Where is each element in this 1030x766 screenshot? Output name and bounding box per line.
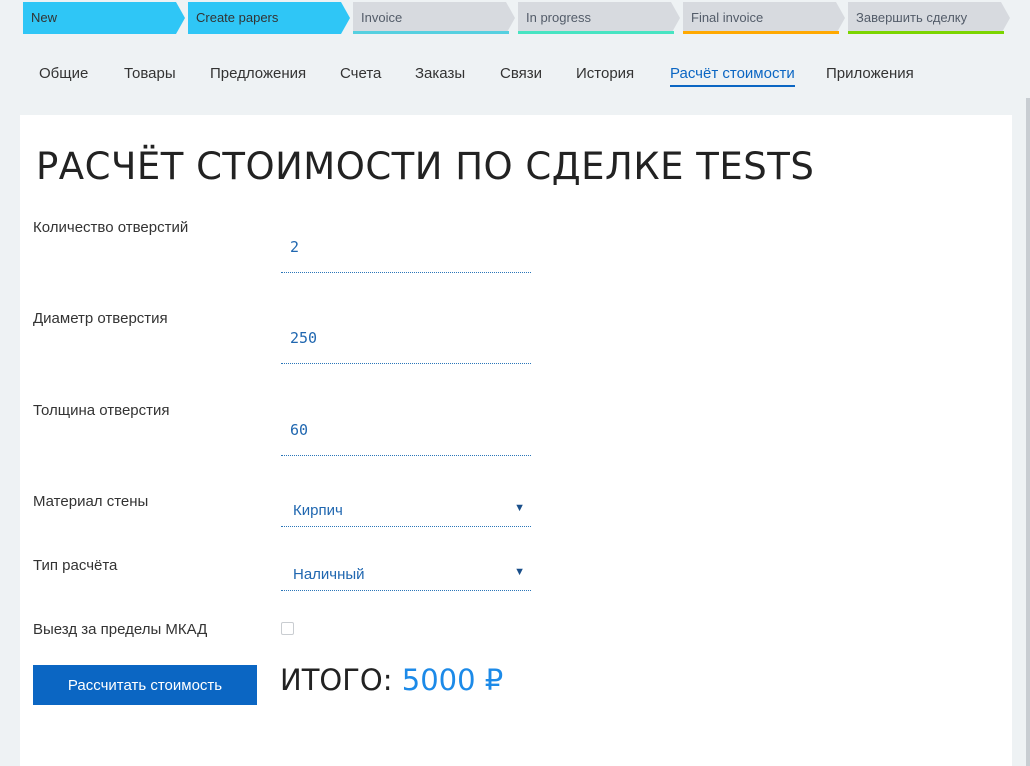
tab-links[interactable]: Связи <box>500 58 542 90</box>
wall-material-select[interactable]: Кирпич ▼ <box>281 496 531 527</box>
wall-material-value: Кирпич <box>293 502 343 519</box>
hole-thickness-input[interactable] <box>290 421 520 439</box>
outside-mkad-label: Выезд за пределы МКАД <box>33 621 208 638</box>
payment-type-value: Наличный <box>293 566 365 583</box>
total-label: ИТОГО: <box>280 663 393 697</box>
tab-orders[interactable]: Заказы <box>415 58 465 90</box>
tab-products[interactable]: Товары <box>124 58 176 90</box>
page-scrollbar[interactable] <box>1026 98 1030 766</box>
hole-thickness-field[interactable] <box>281 411 531 456</box>
stage-label: In progress <box>526 10 592 25</box>
stage-final-invoice[interactable]: Final invoice <box>683 2 845 34</box>
payment-type-select[interactable]: Наличный ▼ <box>281 560 531 591</box>
tab-offers[interactable]: Предложения <box>210 58 306 90</box>
payment-type-label: Тип расчёта <box>33 557 118 574</box>
hole-diameter-input[interactable] <box>290 329 520 347</box>
tab-history[interactable]: История <box>576 58 634 90</box>
stage-create-papers[interactable]: Create papers <box>188 2 350 34</box>
cost-calculation-panel: РАСЧЁТ СТОИМОСТИ ПО СДЕЛКЕ TESTS Количес… <box>20 115 1012 766</box>
hole-diameter-label: Диаметр отверстия <box>33 310 168 327</box>
tab-cost-calculation[interactable]: Расчёт стоимости <box>670 58 795 90</box>
holes-count-label: Количество отверстий <box>33 219 189 236</box>
holes-count-field[interactable] <box>281 228 531 273</box>
total-amount: 5000 ₽ <box>401 663 504 697</box>
calculate-cost-button[interactable]: Рассчитать стоимость <box>33 665 257 705</box>
hole-diameter-field[interactable] <box>281 319 531 364</box>
stage-in-progress[interactable]: In progress <box>518 2 680 34</box>
stage-close-deal[interactable]: Завершить сделку <box>848 2 1010 34</box>
wall-material-label: Материал стены <box>33 493 149 510</box>
stage-label: Завершить сделку <box>856 10 968 25</box>
stage-new[interactable]: New <box>23 2 185 34</box>
stage-label: Invoice <box>361 10 403 25</box>
tab-general[interactable]: Общие <box>39 58 88 90</box>
outside-mkad-checkbox[interactable] <box>281 622 294 635</box>
stage-invoice[interactable]: Invoice <box>353 2 515 34</box>
tab-invoices[interactable]: Счета <box>340 58 381 90</box>
total-display: ИТОГО: 5000 ₽ <box>280 663 503 697</box>
dropdown-arrow-icon: ▼ <box>514 566 525 578</box>
holes-count-input[interactable] <box>290 238 520 256</box>
tab-attachments[interactable]: Приложения <box>826 58 914 90</box>
hole-thickness-label: Толщина отверстия <box>33 402 170 419</box>
dropdown-arrow-icon: ▼ <box>514 502 525 514</box>
stage-label: Create papers <box>196 10 279 25</box>
stage-label: New <box>31 10 58 25</box>
stage-label: Final invoice <box>691 10 764 25</box>
page-title: РАСЧЁТ СТОИМОСТИ ПО СДЕЛКЕ TESTS <box>36 145 815 188</box>
